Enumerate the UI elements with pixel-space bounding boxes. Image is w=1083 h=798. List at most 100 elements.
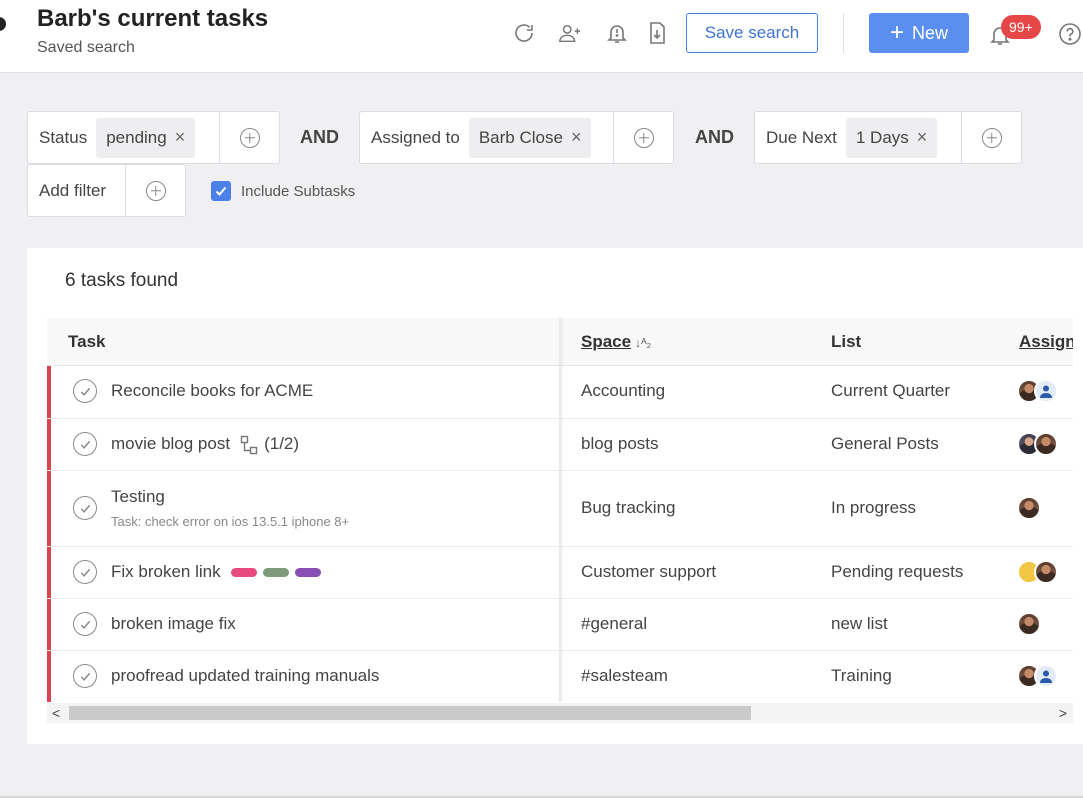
column-header-list: List	[831, 332, 862, 351]
notification-badge[interactable]: 99+	[1001, 15, 1041, 39]
tag-pill[interactable]	[294, 568, 321, 578]
new-button-label: New	[912, 22, 949, 43]
operator-and: AND	[300, 127, 339, 147]
filter-label: Assigned to	[371, 127, 460, 147]
task-name-wrap[interactable]: Fix broken link	[111, 562, 321, 582]
avatar	[1017, 612, 1041, 636]
scroll-right-arrow[interactable]: >	[1059, 705, 1067, 721]
export-icon[interactable]	[644, 20, 670, 46]
task-name: movie blog post	[111, 434, 231, 453]
task-space: Bug tracking	[581, 498, 676, 517]
complete-check-icon[interactable]	[73, 496, 97, 520]
sort-icon: ↓ᴬ₂	[635, 336, 652, 350]
column-header-space-label: Space	[581, 332, 632, 351]
task-space: Customer support	[581, 562, 717, 581]
avatar	[1017, 496, 1041, 520]
operator-and: AND	[695, 127, 734, 147]
task-name[interactable]: proofread updated training manuals	[111, 666, 379, 686]
filter-value: Barb Close	[478, 127, 563, 147]
task-list: Pending requests	[831, 562, 964, 581]
circle-plus-icon	[239, 127, 260, 148]
column-header-assignee[interactable]: Assignee	[1019, 332, 1073, 352]
circle-plus-icon	[145, 180, 166, 201]
subtask-icon	[240, 435, 258, 454]
task-name[interactable]: broken image fix	[111, 614, 236, 634]
complete-check-icon[interactable]	[73, 432, 97, 456]
task-list: new list	[831, 614, 888, 633]
add-condition-button[interactable]	[219, 112, 279, 163]
task-space: #salesteam	[581, 666, 668, 685]
filter-chip[interactable]: Barb Close ×	[468, 117, 592, 158]
header-divider	[843, 13, 844, 53]
frozen-column-divider	[559, 318, 561, 702]
priority-stripe	[47, 419, 51, 470]
column-header-space[interactable]: Space ↓ᴬ₂	[581, 332, 651, 352]
avatar	[1034, 560, 1058, 584]
complete-check-icon[interactable]	[73, 560, 97, 584]
include-subtasks-label[interactable]: Include Subtasks	[241, 183, 355, 200]
task-name: Fix broken link	[111, 562, 221, 581]
add-condition-button[interactable]	[613, 112, 673, 163]
add-filter-label: Add filter	[39, 180, 107, 200]
save-search-button[interactable]: Save search	[686, 13, 818, 53]
task-list: Training	[831, 666, 892, 685]
help-icon[interactable]	[1057, 21, 1083, 47]
include-subtasks-checkbox[interactable]	[211, 181, 231, 201]
add-filter[interactable]: Add filter	[27, 164, 186, 217]
task-space: Accounting	[581, 381, 666, 400]
filter-due-next: Due Next 1 Days ×	[754, 111, 1022, 164]
close-icon[interactable]: ×	[175, 127, 186, 148]
task-space: blog posts	[581, 434, 659, 453]
filter-chip[interactable]: pending ×	[96, 117, 196, 158]
circle-plus-icon	[981, 127, 1002, 148]
user-avatar-icon	[1034, 379, 1058, 403]
complete-check-icon[interactable]	[73, 379, 97, 403]
results-count: 6 tasks found	[65, 270, 179, 291]
column-header-task: Task	[68, 332, 106, 351]
scrollbar-thumb[interactable]	[69, 706, 751, 720]
horizontal-scrollbar[interactable]: < >	[47, 703, 1073, 723]
complete-check-icon[interactable]	[73, 612, 97, 636]
page-title: Barb's current tasks	[37, 5, 269, 32]
priority-stripe	[47, 366, 51, 418]
filter-label: Status	[39, 127, 88, 147]
tag-pill[interactable]	[230, 568, 257, 578]
task-name[interactable]: Reconcile books for ACME	[111, 381, 313, 401]
add-condition-button[interactable]	[961, 112, 1021, 163]
circle-plus-icon	[633, 127, 654, 148]
task-list: Current Quarter	[831, 381, 951, 400]
priority-stripe	[47, 547, 51, 598]
scroll-left-arrow[interactable]: <	[52, 705, 60, 721]
task-name-wrap[interactable]: movie blog post (1/2)	[111, 434, 299, 455]
close-icon[interactable]: ×	[917, 127, 928, 148]
alarm-icon[interactable]	[604, 20, 630, 46]
user-avatar-icon	[1034, 664, 1058, 688]
avatar	[1034, 432, 1058, 456]
filter-label: Due Next	[766, 127, 837, 147]
filter-value: 1 Days	[855, 127, 909, 147]
close-icon[interactable]: ×	[571, 127, 582, 148]
task-space: #general	[581, 614, 648, 633]
page-header: Barb's current tasks Saved search Save s…	[0, 0, 1083, 73]
page-subtitle: Saved search	[37, 39, 135, 56]
priority-stripe	[47, 651, 51, 702]
plus-icon: +	[889, 19, 904, 46]
filter-status: Status pending ×	[27, 111, 280, 164]
filter-chip[interactable]: 1 Days ×	[845, 117, 938, 158]
subtask-count: (1/2)	[264, 434, 300, 453]
results-card: 6 tasks found Task Space↓ᴬ₂ List Assigne…	[27, 248, 1083, 744]
tasks-table: Task Space↓ᴬ₂ List Assignee Reconcile bo…	[47, 318, 1073, 702]
tag-pill[interactable]	[262, 568, 289, 578]
task-name[interactable]: Testing	[111, 487, 165, 507]
task-note: Task: check error on ios 13.5.1 iphone 8…	[111, 514, 350, 529]
filter-value: pending	[106, 127, 167, 147]
add-filter-button[interactable]	[125, 165, 185, 216]
task-list: General Posts	[831, 434, 939, 453]
task-list: In progress	[831, 498, 917, 517]
add-user-icon[interactable]	[557, 20, 583, 46]
edge-dot	[0, 17, 6, 31]
filter-assigned-to: Assigned to Barb Close ×	[359, 111, 674, 164]
complete-check-icon[interactable]	[73, 664, 97, 688]
new-button[interactable]: + New	[869, 13, 969, 53]
refresh-icon[interactable]	[511, 20, 537, 46]
